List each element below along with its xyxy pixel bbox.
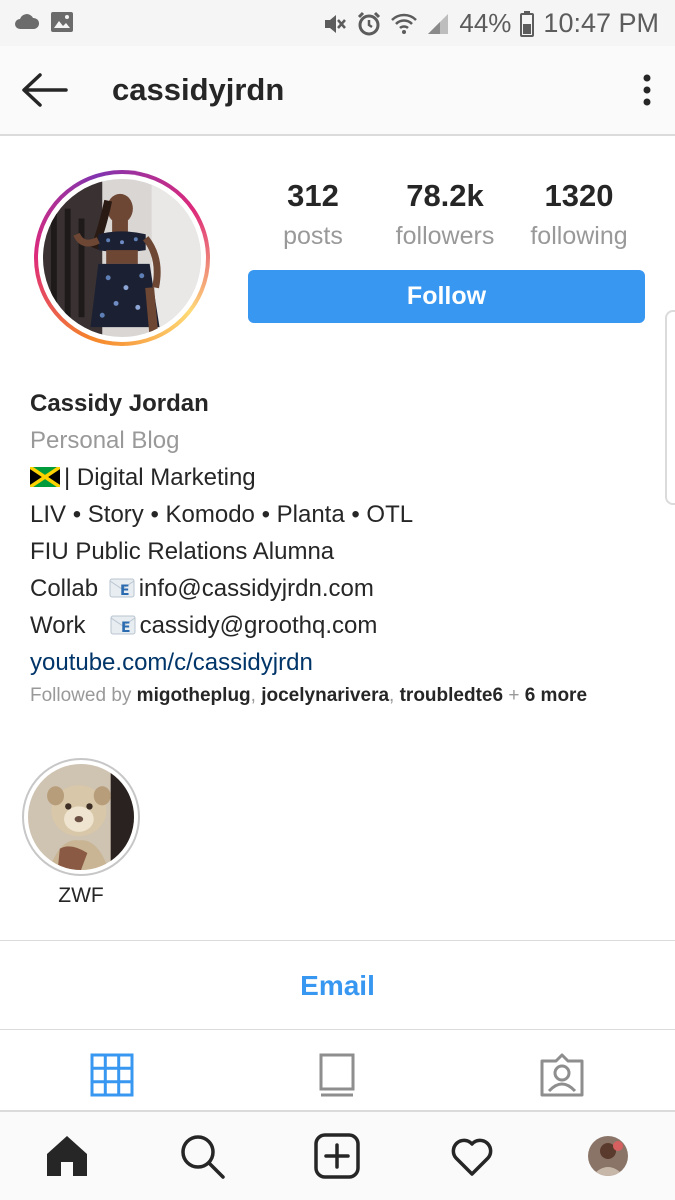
nav-activity[interactable] [448,1132,496,1180]
feed-list-icon [319,1053,355,1097]
contact-actions: Email [0,940,675,1030]
status-bar: 44% 10:47 PM [0,0,675,46]
status-right: 44% 10:47 PM [321,8,659,39]
collab-email: info@cassidyjrdn.com [138,575,374,602]
bio-line-education: FIU Public Relations Alumna [30,538,335,565]
profile-category: Personal Blog [30,427,180,454]
following-label: following [530,222,628,250]
home-icon [47,1136,87,1176]
highlight-ring [22,758,140,876]
posts-count: 312 [287,178,339,213]
work-email: cassidy@groothq.com [139,612,378,639]
bio-line1-text: | Digital Marketing [64,464,256,491]
followed-by-text[interactable]: Followed by migotheplug, jocelynarivera,… [30,685,587,707]
bio-line-collab: Collab E info@cassidyjrdn.com [30,570,660,607]
cloud-icon [15,14,40,29]
story-highlight[interactable]: ZWF [22,758,140,908]
profile-tabs [0,1031,675,1109]
battery-percent: 44% [459,8,512,38]
side-scroll-handle[interactable] [665,310,675,505]
add-post-icon [314,1133,360,1179]
followers-label: followers [395,222,495,250]
stat-following[interactable]: 1320 following [514,176,644,256]
followers-count: 78.2k [406,178,484,213]
following-count: 1320 [544,178,614,213]
battery-icon [520,10,535,37]
posts-label: posts [283,222,343,250]
followed-more[interactable]: 6 more [525,685,587,706]
jamaica-flag-icon [30,467,60,487]
grid-icon [90,1053,134,1097]
follower-name[interactable]: troubledte6 [400,685,503,706]
back-button[interactable] [20,70,70,110]
svg-text:E: E [121,620,131,636]
signal-icon [428,13,449,34]
bottom-nav [0,1110,675,1200]
profile-website-link[interactable]: youtube.com/c/cassidyjrdn [30,644,660,681]
search-icon [181,1135,225,1179]
follower-name[interactable]: migotheplug [137,685,251,706]
back-arrow-icon [22,73,68,107]
stat-posts[interactable]: 312 posts [248,176,378,256]
wifi-icon [391,13,418,34]
profile-username: cassidyjrdn [112,72,285,107]
svg-text:E: E [120,583,130,599]
mute-icon [325,14,347,33]
tagged-icon [540,1053,584,1097]
profile-full-name: Cassidy Jordan [30,390,209,417]
email-button[interactable]: Email [0,941,675,1031]
profile-stats: 312 posts 78.2k followers 1320 following [248,176,648,256]
followed-by-prefix: Followed by [30,685,132,706]
bio-line-work: Work E cassidy@groothq.com [30,607,660,644]
tab-grid[interactable] [88,1051,136,1099]
nav-add-post[interactable] [313,1132,361,1180]
email-e-icon: E [109,578,135,599]
work-label: Work [30,612,86,639]
heart-icon [451,1138,493,1176]
email-e-icon: E [110,615,136,636]
highlight-label: ZWF [58,884,104,907]
bio-line-venues: LIV • Story • Komodo • Planta • OTL [30,501,414,528]
tab-feed[interactable] [313,1051,361,1099]
status-left-icons [14,11,74,33]
clock: 10:47 PM [543,8,659,38]
nav-home[interactable] [43,1132,91,1180]
follow-button[interactable]: Follow [248,270,645,323]
top-nav: cassidyjrdn [0,46,675,136]
nav-profile-avatar[interactable] [588,1136,628,1176]
profile-photo [43,179,201,337]
more-vertical-icon [643,74,651,106]
more-options-button[interactable] [641,70,653,110]
follower-name[interactable]: jocelynarivera [261,685,389,706]
bio-line-marketing: | Digital Marketing [30,459,660,496]
profile-bio: Cassidy Jordan Personal Blog | Digital M… [30,385,660,681]
avatar-frame [38,174,206,342]
stat-followers[interactable]: 78.2k followers [380,176,510,256]
tab-tagged[interactable] [538,1051,586,1099]
profile-avatar-icon [588,1136,628,1176]
nav-search[interactable] [178,1132,226,1180]
alarm-icon [358,11,381,35]
image-icon [51,12,73,32]
highlight-cover [28,764,134,870]
profile-avatar-story-ring[interactable] [34,170,210,346]
collab-label: Collab [30,575,99,602]
